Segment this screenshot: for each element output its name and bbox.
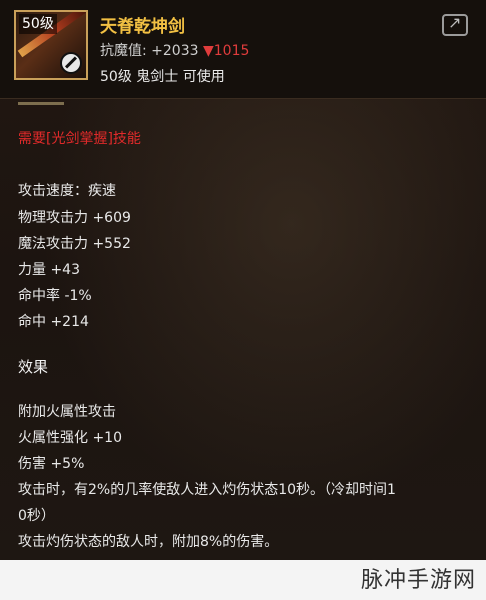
resist-label: 抗魔值: bbox=[100, 43, 147, 59]
stat-line: 攻击速度：疾速 bbox=[18, 183, 116, 199]
clipped-heading bbox=[18, 90, 64, 105]
stat-line: 命中 +214 bbox=[18, 314, 89, 330]
stat-line: 魔法攻击力 +552 bbox=[18, 236, 131, 252]
level-tag: 50级 bbox=[19, 14, 57, 34]
share-icon[interactable] bbox=[442, 13, 468, 36]
effect-line: 攻击时，有2%的几率使敌人进入灼伤状态10秒。（冷却时间1 bbox=[18, 482, 396, 498]
stat-line: 物理攻击力 +609 bbox=[18, 210, 131, 226]
effect-line: 附加火属性攻击 bbox=[18, 404, 116, 420]
resist-row: 抗魔值: +2033 ▼1015 bbox=[100, 40, 249, 60]
resist-value: +2033 bbox=[151, 43, 199, 59]
resist-down: ▼1015 bbox=[202, 43, 250, 59]
item-tooltip: 50级 天脊乾坤剑 抗魔值: +2033 ▼1015 50级 鬼剑士 可使用 需… bbox=[0, 0, 486, 560]
watermark: 脉冲手游网 bbox=[360, 568, 476, 593]
effect-line: 0秒） bbox=[18, 508, 55, 524]
effect-line: 攻击灼伤状态的敌人时，附加8%的伤害。 bbox=[18, 534, 279, 550]
effect-title: 效果 bbox=[18, 358, 49, 376]
tooltip-header: 50级 天脊乾坤剑 抗魔值: +2033 ▼1015 50级 鬼剑士 可使用 bbox=[0, 0, 486, 99]
stat-line: 命中率 -1% bbox=[18, 288, 92, 304]
forbid-icon bbox=[60, 52, 82, 74]
effect-line: 伤害 +5% bbox=[18, 456, 85, 472]
stat-line: 力量 +43 bbox=[18, 262, 80, 278]
item-name: 天脊乾坤剑 bbox=[100, 17, 185, 37]
requirement-text: 50级 鬼剑士 可使用 bbox=[100, 69, 225, 85]
skill-requirement: 需要[光剑掌握]技能 bbox=[18, 131, 141, 147]
footer-bar: 脉冲手游网 bbox=[0, 560, 486, 600]
item-icon[interactable]: 50级 bbox=[14, 10, 88, 80]
effect-line: 火属性强化 +10 bbox=[18, 430, 122, 446]
